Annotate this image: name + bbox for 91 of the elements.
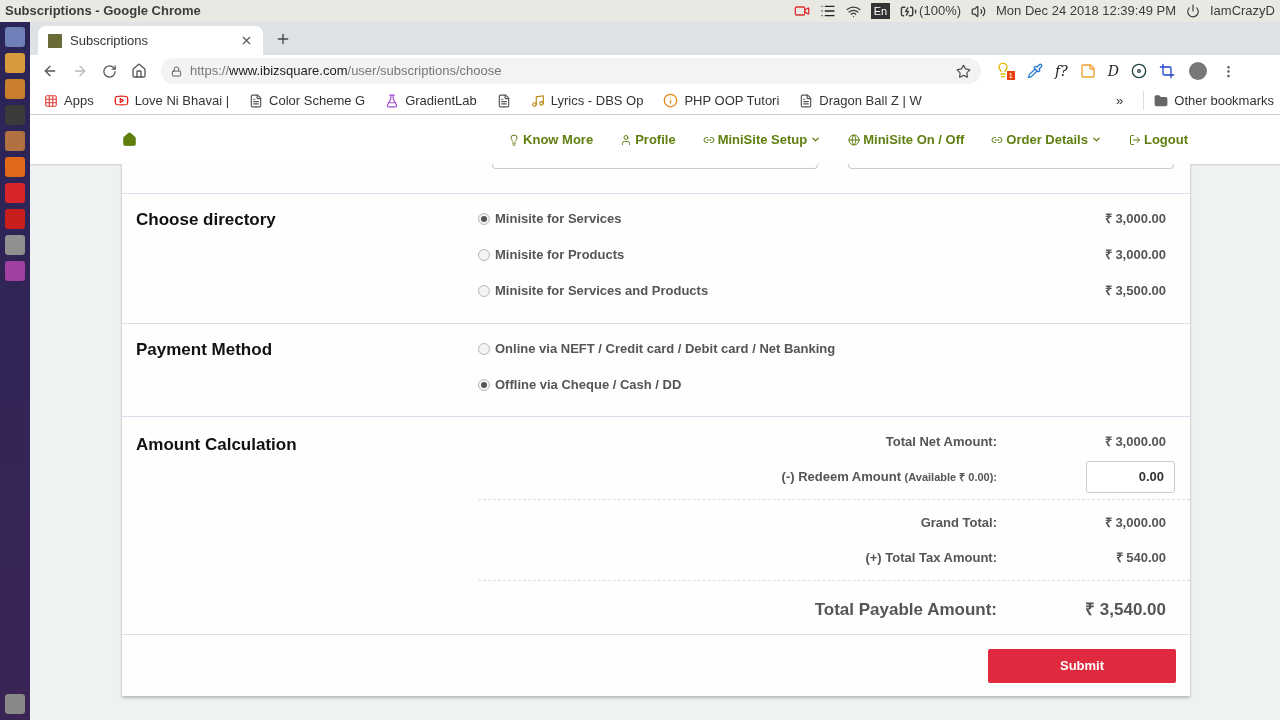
- power-icon[interactable]: [1186, 4, 1200, 18]
- total-label: Total Payable Amount:: [813, 599, 997, 622]
- amount-value: ₹ 3,000.00: [1104, 432, 1167, 451]
- play-icon: [113, 93, 129, 108]
- option-label[interactable]: Online via NEFT / Credit card / Debit card / Net Banking: [495, 339, 836, 359]
- reload-icon[interactable]: [102, 63, 117, 79]
- page-icon: [799, 93, 814, 108]
- volume-icon[interactable]: [971, 3, 987, 19]
- radio-button[interactable]: [478, 379, 490, 391]
- submit-button[interactable]: Submit: [988, 648, 1176, 683]
- section-title: Choose directory: [135, 209, 277, 231]
- amount-label: Total Net Amount:: [884, 432, 997, 451]
- radio-button[interactable]: [478, 213, 490, 225]
- recorder-icon[interactable]: [793, 3, 810, 19]
- new-tab-icon[interactable]: [275, 31, 291, 47]
- tab-title: Subscriptions: [70, 31, 149, 50]
- option-label[interactable]: Minisite for Products: [495, 245, 625, 265]
- total-value: ₹ 3,540.00: [1085, 599, 1167, 622]
- bookmark-item[interactable]: Dragon Ball Z | W: [799, 90, 922, 111]
- address-bar[interactable]: https://www.ibizsquare.com/user/subscriptions/choose: [161, 58, 981, 84]
- option-label[interactable]: Offline via Cheque / Cash / DD: [495, 375, 682, 395]
- bookmark-item[interactable]: GradientLab: [385, 90, 477, 111]
- info-icon: [663, 93, 679, 108]
- bookmark-item[interactable]: [496, 93, 511, 108]
- amount-label: Grand Total:: [919, 513, 997, 532]
- page-icon: [496, 93, 511, 108]
- radio-button[interactable]: [478, 285, 490, 297]
- flask-icon: [385, 93, 400, 108]
- amount-value: ₹ 540.00: [1115, 548, 1167, 567]
- more-bookmarks-button[interactable]: »: [1116, 90, 1124, 111]
- disc-icon[interactable]: [1130, 63, 1147, 79]
- folder-icon: [1154, 93, 1169, 108]
- radio-button[interactable]: [478, 249, 490, 261]
- battery-level: (100%): [919, 2, 962, 21]
- close-icon[interactable]: [240, 34, 253, 47]
- note-icon[interactable]: [1079, 63, 1096, 79]
- back-icon[interactable]: [42, 63, 58, 79]
- bookmark-item[interactable]: Love Ni Bhavai |: [113, 90, 230, 111]
- nav-link[interactable]: Logout: [1128, 129, 1188, 150]
- clock[interactable]: Mon Dec 24 2018 12:39:49 PM: [996, 1, 1176, 21]
- option-label[interactable]: Minisite for Services: [495, 209, 622, 229]
- caret-icon: [1090, 134, 1102, 145]
- section-title: Amount Calculation: [135, 434, 298, 456]
- crop-icon[interactable]: [1158, 63, 1175, 79]
- bookmark-item[interactable]: Other bookmarks: [1143, 90, 1274, 111]
- bulb-icon: [508, 133, 521, 146]
- list-icon[interactable]: [819, 3, 836, 19]
- home-icon[interactable]: [131, 63, 147, 79]
- globe-icon: [848, 133, 861, 146]
- redeem-amount-field[interactable]: 0.00: [1086, 460, 1175, 493]
- bookmark-item[interactable]: Apps: [44, 90, 94, 111]
- home-icon[interactable]: [122, 132, 137, 147]
- music-icon: [530, 93, 545, 108]
- amount-label: (-) Redeem Amount (Available ₹ 0.00):: [780, 467, 997, 486]
- amount-label: (+) Total Tax Amount:: [864, 548, 997, 567]
- lock-icon: [171, 65, 182, 77]
- option-price: ₹ 3,500.00: [1104, 282, 1166, 301]
- wifi-icon[interactable]: [845, 3, 861, 19]
- nav-link[interactable]: Profile: [620, 129, 676, 150]
- option-price: ₹ 3,000.00: [1104, 210, 1166, 229]
- dropper-icon[interactable]: [1027, 63, 1043, 79]
- input-field[interactable]: [492, 164, 818, 169]
- nav-link[interactable]: MiniSite Setup: [702, 129, 822, 150]
- input-method-indicator[interactable]: En: [870, 2, 891, 20]
- caret-icon: [810, 134, 822, 145]
- extension-button[interactable]: f?: [1055, 60, 1068, 82]
- user-icon: [620, 133, 633, 146]
- profile-avatar[interactable]: [1188, 62, 1207, 80]
- option-label[interactable]: Minisite for Services and Products: [495, 281, 709, 301]
- nav-link[interactable]: Order Details: [991, 129, 1102, 150]
- extension-button[interactable]: D: [1107, 60, 1119, 82]
- bookmark-item[interactable]: PHP OOP Tutori: [663, 90, 780, 111]
- section-title: Payment Method: [135, 339, 274, 361]
- user-name[interactable]: IamCrazyD: [1210, 1, 1275, 21]
- window-title: Subscriptions - Google Chrome: [5, 2, 201, 21]
- page-icon: [249, 93, 264, 108]
- browser-tab[interactable]: Subscriptions: [38, 26, 263, 55]
- bookmark-star-icon[interactable]: [956, 63, 971, 79]
- nav-link[interactable]: MiniSite On / Off: [848, 129, 965, 150]
- extension-badge: 1: [1006, 71, 1015, 80]
- url-text: https://www.ibizsquare.com/user/subscriptions/choose: [190, 62, 502, 81]
- site-favicon: [48, 33, 62, 48]
- input-field[interactable]: [848, 164, 1174, 169]
- nav-link[interactable]: Know More: [508, 129, 594, 150]
- logout-icon: [1128, 133, 1141, 146]
- bookmark-item[interactable]: Color Scheme G: [249, 90, 366, 111]
- bookmark-item[interactable]: Lyrics - DBS Op: [530, 90, 644, 111]
- radio-button[interactable]: [478, 343, 490, 355]
- amount-value: ₹ 3,000.00: [1104, 513, 1167, 532]
- apps-icon: [44, 93, 58, 108]
- option-price: ₹ 3,000.00: [1104, 246, 1166, 265]
